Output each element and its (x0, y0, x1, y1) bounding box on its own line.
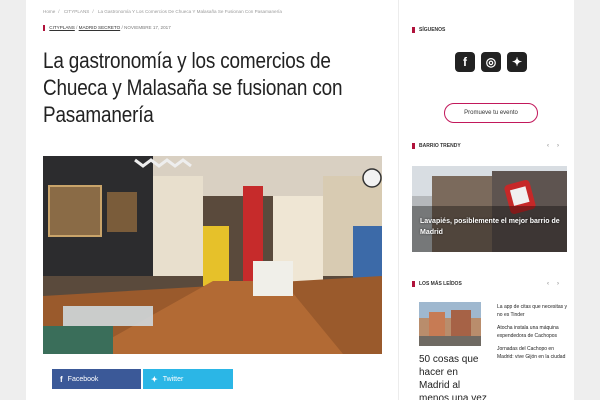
facebook-icon: f (60, 374, 63, 384)
article-title: La gastronomía y los comercios de Chueca… (43, 48, 343, 127)
category-link[interactable]: CITYPLANS (49, 25, 75, 30)
breadcrumb-current: La Gastronomía Y Los Comercios De Chueca… (97, 9, 282, 14)
trendy-heading-label: BARRIO TRENDY (419, 143, 461, 149)
breadcrumb-section[interactable]: CITYPLANS (64, 9, 90, 14)
accent-bar (412, 27, 415, 33)
carousel-arrows[interactable]: ‹› (547, 143, 567, 149)
carousel-arrows[interactable]: ‹› (547, 281, 567, 287)
instagram-icon[interactable]: ◎ (481, 52, 501, 72)
breadcrumb-home[interactable]: Home (43, 9, 55, 14)
publish-date: NOVIEMBRE 17, 2017 (124, 25, 171, 31)
promote-event-button[interactable]: Promueve tu evento (444, 103, 538, 123)
trendy-heading: BARRIO TRENDY ‹› (412, 143, 567, 149)
article-page: Home / CITYPLANS / La Gastronomía Y Los Co… (26, 0, 574, 400)
accent-bar (43, 25, 45, 31)
facebook-share-label: Facebook (67, 375, 99, 383)
trendy-card[interactable]: Lavapiés, posiblemente el mejor barrio d… (412, 166, 567, 252)
accent-bar (412, 281, 415, 287)
most-read-thumbnail[interactable] (419, 302, 481, 346)
hero-image (43, 156, 382, 354)
subcategory-link[interactable]: MADRID SECRETO (79, 25, 121, 30)
twitter-icon[interactable]: ✦ (507, 52, 527, 72)
breadcrumb: Home / CITYPLANS / La Gastronomía Y Los Co… (43, 9, 282, 14)
article-meta: CITYPLANS / MADRID SECRETO / NOVIEMBRE 1… (43, 25, 171, 31)
most-read-list: La app de citas que necesitas y no es Ti… (497, 304, 569, 367)
list-item[interactable]: Jornadas del Cachopo en Madrid: vive Gij… (497, 346, 569, 361)
list-item[interactable]: La app de citas que necesitas y no es Ti… (497, 304, 569, 319)
twitter-share-label: Twitter (162, 375, 184, 383)
social-links: f ◎ ✦ (455, 52, 527, 72)
trendy-caption: Lavapiés, posiblemente el mejor barrio d… (420, 218, 560, 236)
most-read-heading: LOS MÁS LEÍDOS ‹› (412, 281, 567, 287)
follow-heading: SÍGUENOS (412, 27, 567, 33)
most-read-heading-label: LOS MÁS LEÍDOS (419, 281, 462, 287)
sidebar-divider (398, 0, 399, 400)
facebook-icon[interactable]: f (455, 52, 475, 72)
facebook-share-button[interactable]: f Facebook (52, 369, 141, 389)
follow-heading-label: SÍGUENOS (419, 27, 446, 33)
accent-bar (412, 143, 415, 149)
most-read-lead-title[interactable]: 50 cosas que hacer en Madrid al menos un… (419, 353, 491, 400)
list-item[interactable]: Atocha instala una máquina expendedora d… (497, 325, 569, 340)
twitter-share-button[interactable]: ✦ Twitter (143, 369, 233, 389)
twitter-icon: ✦ (151, 374, 158, 384)
